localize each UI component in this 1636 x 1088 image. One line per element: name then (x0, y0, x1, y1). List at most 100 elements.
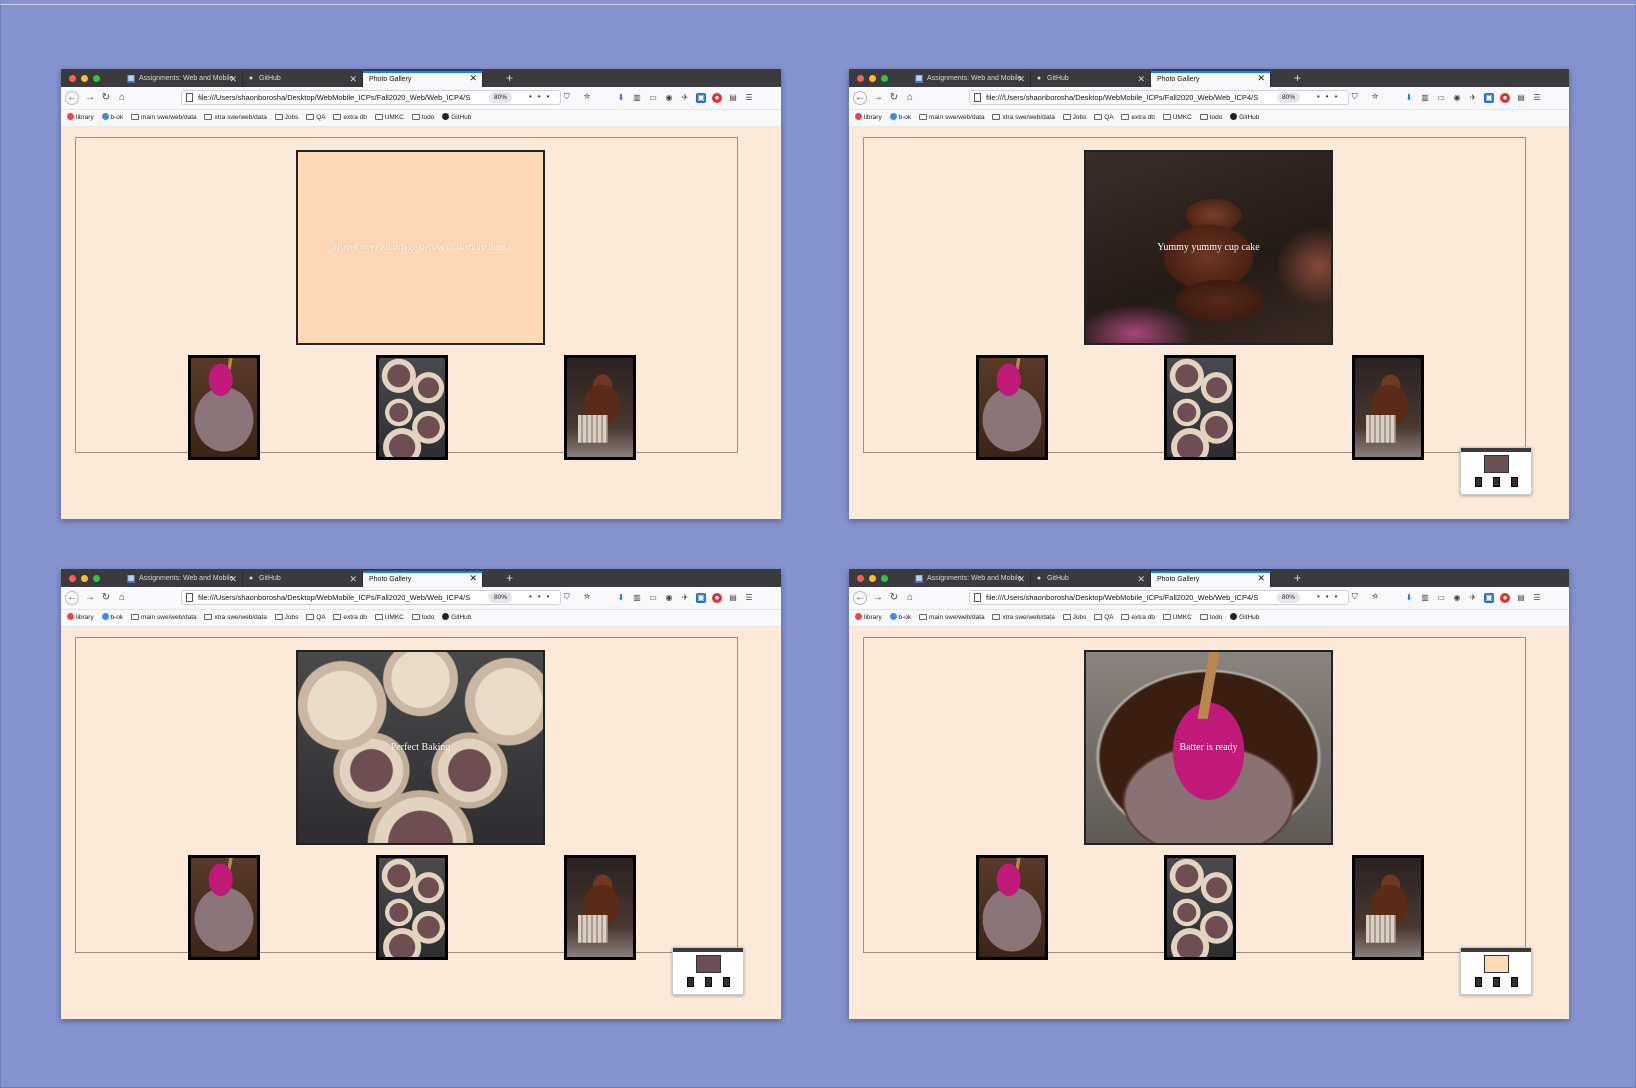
bookmark-folder[interactable]: todo (1199, 110, 1222, 126)
more-actions-icon[interactable]: ••• (529, 92, 555, 101)
tab-photo-gallery[interactable]: Photo Gallery ✕ (1151, 571, 1271, 587)
more-actions-icon[interactable]: ••• (529, 592, 555, 601)
pocket-icon[interactable]: ⛉ (564, 592, 576, 601)
thumbnail-cupcake[interactable] (1352, 855, 1424, 960)
close-tab-icon[interactable]: ✕ (469, 73, 477, 85)
minimize-window-button[interactable] (81, 75, 88, 82)
thumbnail-cupcake[interactable] (564, 855, 636, 960)
bookmark-folder[interactable]: main swe/web/data (918, 610, 985, 626)
bookmark-star-icon[interactable]: ☆ (584, 592, 596, 601)
thumbnail-cupcake[interactable] (1352, 355, 1424, 460)
forward-arrow-icon[interactable]: → (83, 91, 97, 105)
close-tab-icon[interactable]: ✕ (1017, 571, 1025, 587)
forward-arrow-icon[interactable]: → (871, 91, 885, 105)
window-thumbnail-preview[interactable] (672, 947, 744, 995)
thumbnail-tin[interactable] (376, 355, 448, 460)
bookmark-item[interactable]: library (855, 110, 882, 126)
tab-github[interactable]: ● GitHub ✕ (243, 71, 363, 87)
close-window-button[interactable] (857, 75, 864, 82)
tab-photo-gallery[interactable]: Photo Gallery ✕ (1151, 71, 1271, 87)
bookmark-folder[interactable]: main swe/web/data (130, 110, 197, 126)
bookmark-star-icon[interactable]: ☆ (584, 92, 596, 101)
account-icon[interactable]: ◉ (664, 593, 674, 603)
tab-assignments[interactable]: ▦ Assignments: Web and Mobile ✕ (123, 71, 243, 87)
tab-github[interactable]: ● GitHub ✕ (1031, 71, 1151, 87)
back-arrow-icon[interactable]: ← (853, 591, 867, 605)
menu-icon[interactable]: ☰ (744, 93, 754, 103)
close-tab-icon[interactable]: ✕ (1257, 573, 1265, 585)
reload-icon[interactable]: ↻ (99, 91, 113, 105)
extension-icon[interactable]: ▤ (1516, 93, 1526, 103)
bookmark-folder[interactable]: xtra swe/web/data (204, 610, 267, 626)
close-window-button[interactable] (69, 575, 76, 582)
extension-badge-icon[interactable]: ▣ (1484, 93, 1494, 103)
home-icon[interactable]: ⌂ (115, 591, 129, 605)
ublock-icon[interactable]: ● (712, 93, 722, 103)
close-tab-icon[interactable]: ✕ (229, 571, 237, 587)
bookmark-folder[interactable]: UMKC (374, 610, 404, 626)
library-icon[interactable]: ▥ (1420, 593, 1430, 603)
bookmark-item[interactable]: GitHub (442, 610, 471, 626)
forward-arrow-icon[interactable]: → (83, 591, 97, 605)
ublock-icon[interactable]: ● (1500, 593, 1510, 603)
extension-icon[interactable]: ✈ (680, 93, 690, 103)
thumbnail-tin[interactable] (376, 855, 448, 960)
sidebar-icon[interactable]: ▭ (648, 93, 658, 103)
bookmark-folder[interactable]: Jobs (1062, 110, 1086, 126)
sidebar-icon[interactable]: ▭ (1436, 93, 1446, 103)
extension-icon[interactable]: ▤ (728, 93, 738, 103)
thumbnail-batter[interactable] (976, 855, 1048, 960)
thumbnail-cupcake[interactable] (564, 355, 636, 460)
bookmark-folder[interactable]: extra db (1121, 110, 1155, 126)
close-tab-icon[interactable]: ✕ (349, 571, 357, 587)
minimize-window-button[interactable] (869, 575, 876, 582)
bookmark-item[interactable]: GitHub (1230, 110, 1259, 126)
reload-icon[interactable]: ↻ (887, 91, 901, 105)
bookmark-star-icon[interactable]: ☆ (1372, 92, 1384, 101)
bookmark-folder[interactable]: extra db (333, 110, 367, 126)
ublock-icon[interactable]: ● (1500, 93, 1510, 103)
extension-icon[interactable]: ▤ (728, 593, 738, 603)
bookmark-folder[interactable]: Jobs (274, 110, 298, 126)
bookmark-star-icon[interactable]: ☆ (1372, 592, 1384, 601)
thumbnail-batter[interactable] (188, 355, 260, 460)
close-tab-icon[interactable]: ✕ (1257, 73, 1265, 85)
tab-assignments[interactable]: ▦ Assignments: Web and Mobile ✕ (123, 571, 243, 587)
pocket-icon[interactable]: ⛉ (1352, 592, 1364, 601)
extension-icon[interactable]: ✈ (680, 593, 690, 603)
thumbnail-batter[interactable] (976, 355, 1048, 460)
library-icon[interactable]: ▥ (632, 93, 642, 103)
bookmark-folder[interactable]: QA (1094, 110, 1114, 126)
new-tab-icon[interactable]: + (1294, 69, 1301, 87)
zoom-level-badge[interactable]: 80% (1277, 592, 1301, 603)
bookmark-item[interactable]: GitHub (1230, 610, 1259, 626)
reload-icon[interactable]: ↻ (887, 591, 901, 605)
close-tab-icon[interactable]: ✕ (1137, 71, 1145, 87)
close-tab-icon[interactable]: ✕ (229, 71, 237, 87)
home-icon[interactable]: ⌂ (115, 91, 129, 105)
bookmark-folder[interactable]: xtra swe/web/data (992, 110, 1055, 126)
download-icon[interactable]: ⬇ (1404, 593, 1414, 603)
window-thumbnail-preview[interactable] (1460, 947, 1532, 995)
extension-badge-icon[interactable]: ▣ (696, 593, 706, 603)
bookmark-folder[interactable]: QA (1094, 610, 1114, 626)
account-icon[interactable]: ◉ (664, 93, 674, 103)
close-tab-icon[interactable]: ✕ (1017, 71, 1025, 87)
thumbnail-tin[interactable] (1164, 855, 1236, 960)
bookmark-folder[interactable]: todo (411, 610, 434, 626)
tab-photo-gallery[interactable]: Photo Gallery ✕ (363, 71, 483, 87)
bookmark-item[interactable]: b-ok (889, 610, 911, 626)
library-icon[interactable]: ▥ (1420, 93, 1430, 103)
extension-badge-icon[interactable]: ▣ (1484, 593, 1494, 603)
bookmark-folder[interactable]: xtra swe/web/data (204, 110, 267, 126)
maximize-window-button[interactable] (93, 75, 100, 82)
close-tab-icon[interactable]: ✕ (1137, 571, 1145, 587)
bookmark-folder[interactable]: extra db (333, 610, 367, 626)
library-icon[interactable]: ▥ (632, 593, 642, 603)
minimize-window-button[interactable] (81, 575, 88, 582)
sidebar-icon[interactable]: ▭ (648, 593, 658, 603)
forward-arrow-icon[interactable]: → (871, 591, 885, 605)
extension-icon[interactable]: ▤ (1516, 593, 1526, 603)
close-tab-icon[interactable]: ✕ (349, 71, 357, 87)
bookmark-item[interactable]: GitHub (442, 110, 471, 126)
